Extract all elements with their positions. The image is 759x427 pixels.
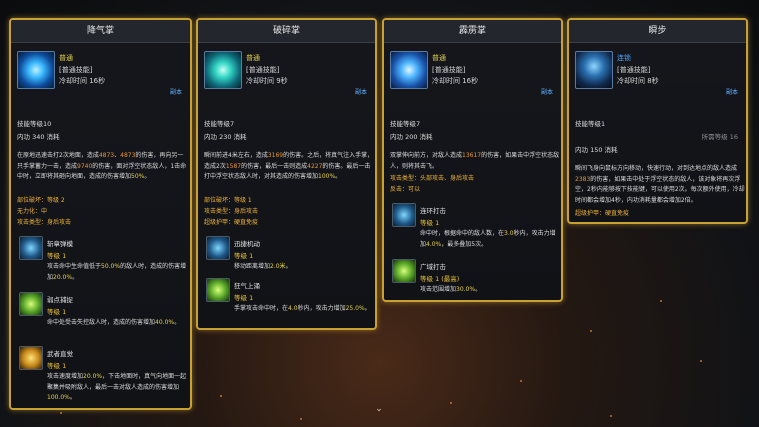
attr-neutralize: 无力化：中	[17, 208, 48, 215]
tripod-2-icon	[206, 278, 230, 302]
tripod-level: 等级 1	[420, 219, 440, 227]
tripod-desc: 攻击速度增加20.0%，下击地面时，真气向地面一起聚集并吸附敌人，最后一击对敌人…	[47, 373, 187, 401]
attr-attack-type: 攻击类型：身后攻击	[204, 208, 259, 215]
copy-link[interactable]: 副本	[541, 87, 553, 96]
tripod-name: 迅捷机动	[234, 240, 260, 248]
attr-part-break: 部位破坏：等级 1	[204, 197, 252, 204]
required-level: 所需等级 16	[701, 133, 738, 141]
skill-icon	[575, 51, 613, 89]
tripod-2-icon	[19, 292, 43, 316]
attr-super-armor: 超级护甲：硬直免疫	[204, 219, 259, 226]
skill-card-1: 降气掌 普通 [普通技能] 冷却时间 16秒 副本 技能等级10 内功 340 …	[9, 18, 192, 410]
tripod-2-icon	[392, 259, 416, 283]
tripod-name: 弱点捕捉	[47, 296, 73, 304]
attr-attack-type: 攻击类型：头部攻击、身后攻击	[390, 175, 475, 182]
tripod-level: 等级 1	[234, 252, 254, 260]
tripod-level: 等级 1 (最高)	[420, 275, 460, 283]
card-title: 瞬步	[569, 20, 746, 43]
tripod-desc: 命中时，根据命中的敌人数，在3.0秒内，攻击力增加4.0%，最多叠加5次。	[420, 230, 556, 248]
tripod-name: 武者直觉	[47, 350, 73, 358]
chevron-down-icon[interactable]: ⌄	[372, 404, 386, 414]
skill-level: 技能等级7	[204, 120, 235, 128]
skill-card-4: 瞬步 连锁 [普通技能] 冷却时间 8秒 副本 技能等级1 所需等级 16 内功…	[567, 18, 748, 224]
tripod-name: 狂气上涌	[234, 282, 260, 290]
tripod-1-icon	[206, 236, 230, 260]
tripod-3-icon	[19, 346, 43, 370]
skill-quality: 普通	[432, 54, 446, 62]
skill-description: 瞬间前进4米左右，造成3169的伤害。之后，将真气注入手掌，造成2次1587的伤…	[204, 152, 374, 180]
skill-card-2: 破碎掌 普通 [普通技能] 冷却时间 9秒 副本 技能等级7 内功 230 消耗…	[196, 18, 377, 330]
tripod-1-icon	[392, 203, 416, 227]
tripod-name: 广域打击	[420, 263, 446, 271]
skill-type: [普通技能]	[432, 66, 466, 74]
tripod-level: 等级 1	[47, 362, 67, 370]
copy-link[interactable]: 副本	[726, 87, 738, 96]
attr-counter: 反击：可以	[390, 186, 421, 193]
card-title: 霹雳掌	[384, 20, 561, 43]
skill-description: 双掌伸向前方，对敌人造成13617的伤害，如果击中浮空状态敌人，则将其击飞。	[390, 152, 560, 170]
cooldown: 冷却时间 8秒	[617, 77, 659, 85]
cooldown: 冷却时间 16秒	[59, 77, 106, 85]
tripod-desc: 攻击命中生命值低于50.0%的敌人时，造成的伤害增加20.0%。	[47, 263, 187, 281]
tripod-level: 等级 1	[47, 252, 67, 260]
skill-level: 技能等级1	[575, 120, 606, 128]
copy-link[interactable]: 副本	[170, 87, 182, 96]
attr-attack-type: 攻击类型：身后攻击	[17, 219, 72, 226]
skill-level: 技能等级10	[17, 120, 52, 128]
card-title: 降气掌	[11, 20, 190, 43]
mp-cost: 内功 150 消耗	[575, 146, 618, 154]
tripod-desc: 移动距离增加2.0米。	[234, 263, 292, 270]
mp-cost: 内功 230 消耗	[204, 133, 247, 141]
skill-quality: 连锁	[617, 54, 631, 62]
tripod-1-icon	[19, 236, 43, 260]
skill-quality: 普通	[59, 54, 73, 62]
tripod-desc: 命中处受击失控敌人时，造成的伤害增加40.0%。	[47, 319, 181, 326]
tripod-name: 斩章弹模	[47, 240, 73, 248]
attr-super-armor: 超级护甲：硬直免疫	[575, 210, 630, 217]
skill-icon	[390, 51, 428, 89]
skill-type: [普通技能]	[246, 66, 280, 74]
tripod-desc: 手掌攻击命中时，在4.0秒内，攻击力增加25.0%。	[234, 305, 371, 312]
cooldown: 冷却时间 9秒	[246, 77, 288, 85]
tripod-level: 等级 1	[47, 308, 67, 316]
mp-cost: 内功 200 消耗	[390, 133, 433, 141]
skill-type: [普通技能]	[59, 66, 93, 74]
tripod-desc: 攻击范围增加30.0%。	[420, 286, 482, 293]
skill-icon	[17, 51, 55, 89]
skill-card-3: 霹雳掌 普通 [普通技能] 冷却时间 16秒 副本 技能等级7 内功 200 消…	[382, 18, 563, 302]
skill-type: [普通技能]	[617, 66, 651, 74]
skill-icon	[204, 51, 242, 89]
skill-level: 技能等级7	[390, 120, 421, 128]
skill-description: 瞬间飞身向鼠标方向移动，快速行动，对到达地点的敌人造成2383的伤害，如果击中处…	[575, 165, 745, 204]
attr-part-break: 部位破坏：等级 2	[17, 197, 65, 204]
skill-description: 在原地迅速击打2次地面，造成4873、4873的伤害，再向另一只手掌蓄力一击，造…	[17, 152, 187, 180]
tripod-name: 连环打击	[420, 207, 446, 215]
cooldown: 冷却时间 16秒	[432, 77, 479, 85]
tripod-level: 等级 1	[234, 294, 254, 302]
card-title: 破碎掌	[198, 20, 375, 43]
mp-cost: 内功 340 消耗	[17, 133, 60, 141]
copy-link[interactable]: 副本	[355, 87, 367, 96]
skill-quality: 普通	[246, 54, 260, 62]
